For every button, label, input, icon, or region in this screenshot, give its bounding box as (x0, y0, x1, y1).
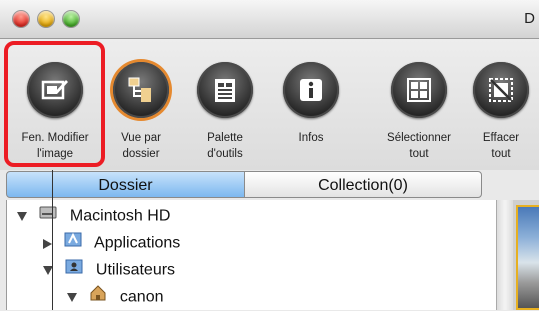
hard-drive-icon (39, 203, 57, 230)
clear-all-icon (473, 62, 529, 118)
users-folder-icon (65, 257, 83, 284)
tool-palette-label-2: d'outils (207, 148, 243, 160)
tab-folder[interactable]: Dossier (6, 171, 245, 198)
tree-item-label: Macintosh HD (69, 207, 171, 225)
highlight-frame (4, 41, 105, 167)
disclosure-collapsed-icon[interactable] (43, 238, 52, 249)
tool-palette-icon (197, 62, 253, 118)
minimize-window-button[interactable] (38, 11, 54, 27)
folder-view-button[interactable]: Vue par dossier (101, 39, 181, 170)
tree-item-macintosh-hd[interactable]: Macintosh HD (17, 203, 170, 229)
app-window: D Fen. Modifier l'image Vue par dossier … (0, 0, 539, 310)
select-all-button[interactable]: Sélectionner tout (379, 39, 459, 170)
info-label-1: Infos (298, 132, 324, 144)
applications-folder-icon (64, 230, 82, 257)
clear-all-button[interactable]: Effacer tout (466, 39, 536, 170)
close-window-button[interactable] (13, 11, 29, 27)
info-button[interactable]: Infos (271, 39, 351, 170)
tree-item-canon[interactable]: canon (67, 284, 164, 310)
preview-pane (513, 200, 539, 310)
select-all-icon (391, 62, 447, 118)
tab-collection[interactable]: Collection(0) (244, 171, 482, 198)
folder-view-label-2: dossier (122, 148, 160, 160)
clear-all-label-2: tout (491, 148, 511, 160)
disclosure-expanded-icon[interactable] (67, 293, 77, 302)
folder-tree: Macintosh HD Applications Utilisateurs c… (6, 200, 497, 310)
tree-item-label: canon (119, 288, 164, 306)
select-all-label-1: Sélectionner (387, 132, 451, 144)
tool-palette-label-1: Palette (207, 132, 243, 144)
tree-item-label: Utilisateurs (95, 261, 176, 279)
tree-item-users[interactable]: Utilisateurs (43, 257, 175, 283)
tree-item-applications[interactable]: Applications (43, 230, 180, 256)
clear-all-label-1: Effacer (482, 132, 520, 144)
tree-item-label: Applications (94, 234, 181, 252)
tree-scrollbar[interactable] (496, 200, 513, 310)
view-tabs: Dossier Collection(0) (6, 171, 482, 199)
title-bar: D (0, 0, 539, 39)
image-thumbnail[interactable] (516, 205, 539, 310)
home-icon (89, 284, 107, 311)
window-title: D (524, 10, 535, 27)
select-all-label-2: tout (409, 148, 429, 160)
folder-view-label-1: Vue par (121, 132, 161, 144)
info-icon (283, 62, 339, 118)
tool-palette-button[interactable]: Palette d'outils (185, 39, 265, 170)
folder-view-icon (113, 62, 169, 118)
zoom-window-button[interactable] (63, 11, 79, 27)
disclosure-expanded-icon[interactable] (17, 212, 27, 221)
callout-line (52, 170, 53, 310)
